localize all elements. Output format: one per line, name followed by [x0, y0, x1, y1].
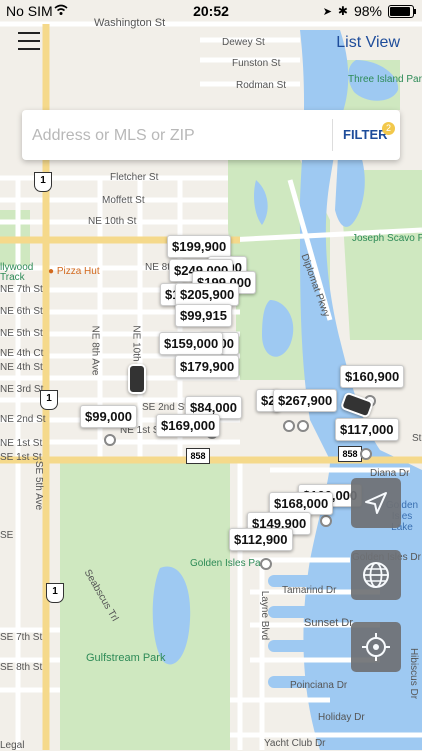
- street-label: NE 3rd St: [0, 384, 44, 395]
- listing-price-marker[interactable]: $117,000: [335, 418, 399, 441]
- search-input[interactable]: [30, 122, 324, 150]
- list-view-button[interactable]: List View: [336, 34, 400, 52]
- street-label: NE 4th Ct: [0, 348, 44, 359]
- location-arrow-icon: ➤: [322, 5, 332, 18]
- street-label: Rodman St: [236, 80, 287, 91]
- search-bar: FILTER 2: [22, 110, 400, 160]
- street-label: Holiday Dr: [318, 712, 365, 723]
- street-label: SE 7th St: [0, 632, 43, 643]
- listing-price-marker[interactable]: $205,900: [175, 283, 240, 306]
- street-label: NE 2nd St: [0, 414, 46, 425]
- listing-price-marker[interactable]: $112,900: [229, 528, 293, 551]
- street-label: Yacht Club Dr: [264, 738, 326, 749]
- us1-shield-icon: 1: [46, 583, 64, 603]
- search-divider: [332, 119, 333, 151]
- listing-price-marker[interactable]: $179,900: [175, 355, 240, 378]
- pizza-icon: ●: [48, 266, 57, 277]
- globe-icon: [363, 562, 389, 588]
- street-label: NE 8th Ave: [89, 325, 101, 376]
- street-label: St: [412, 433, 422, 444]
- listing-price-marker[interactable]: $160,900: [340, 365, 405, 388]
- listing-pin[interactable]: [297, 420, 309, 432]
- street-label: Poinciana Dr: [290, 680, 348, 691]
- poi-label: ● Pizza Hut: [48, 266, 100, 277]
- map-type-button[interactable]: [351, 550, 401, 600]
- car-icon: [128, 364, 146, 394]
- battery-percent: 98%: [353, 3, 382, 19]
- street-label: SE 8th St: [0, 662, 43, 673]
- street-label: Washington St: [94, 17, 166, 29]
- us1-shield-icon: 1: [40, 390, 58, 410]
- listing-pin[interactable]: [320, 515, 332, 527]
- route858-shield-icon: 858: [338, 446, 362, 462]
- park-label: Joseph Scavo Park: [352, 233, 422, 244]
- street-label: NE 5th St: [0, 328, 43, 339]
- listing-pin[interactable]: [360, 448, 372, 460]
- navigation-arrow-icon: [365, 492, 387, 514]
- street-label: NE 7th St: [0, 284, 43, 295]
- street-label: Sunset Dr: [304, 617, 353, 629]
- street-label: NE 10th St: [88, 216, 137, 227]
- listing-price-marker[interactable]: $99,000: [80, 405, 137, 428]
- bluetooth-icon: ✱: [337, 4, 348, 18]
- my-location-button[interactable]: [351, 478, 401, 528]
- park-label: Gulfstream Park: [86, 652, 166, 664]
- street-label: Funston St: [232, 58, 281, 69]
- street-label: SE: [0, 530, 14, 541]
- listing-price-marker[interactable]: $169,000: [156, 414, 221, 437]
- listing-price-marker[interactable]: $199,900: [167, 235, 232, 258]
- filter-count-badge: 2: [382, 122, 395, 135]
- map-legal-link[interactable]: Legal: [0, 740, 24, 751]
- menu-button[interactable]: [18, 32, 40, 50]
- place-label: Track: [0, 272, 25, 283]
- hamburger-icon: [18, 32, 40, 34]
- listing-price-marker[interactable]: $159,000: [159, 332, 224, 355]
- recenter-button[interactable]: [351, 622, 401, 672]
- street-label: NE 1st St: [0, 438, 43, 449]
- park-label: Three Island Park: [348, 74, 422, 85]
- us1-shield-icon: 1: [34, 172, 52, 192]
- park-label: Golden Isles Park: [190, 558, 269, 569]
- filter-button[interactable]: FILTER: [343, 127, 388, 142]
- listing-pin[interactable]: [283, 420, 295, 432]
- listing-price-marker[interactable]: $267,900: [273, 389, 338, 412]
- street-label: NE 6th St: [0, 306, 43, 317]
- street-label: Dewey St: [222, 37, 265, 48]
- listing-price-marker[interactable]: $99,915: [175, 304, 232, 327]
- crosshair-icon: [362, 633, 390, 661]
- street-label: SE 2nd St: [142, 402, 188, 413]
- street-label: Tamarind Dr: [282, 585, 337, 596]
- street-label: Hibiscus Dr: [408, 647, 420, 700]
- street-label: SE 5th Ave: [33, 460, 45, 511]
- street-label: Layne Blvd: [259, 590, 271, 641]
- street-label: NE 10th: [130, 325, 142, 362]
- listing-pin[interactable]: [104, 434, 116, 446]
- street-label: SE 1st St: [0, 452, 42, 463]
- street-label: NE 4th St: [0, 362, 43, 373]
- battery-icon: [388, 4, 416, 18]
- street-label: Moffett St: [102, 195, 145, 206]
- status-bar: No SIM 20:52 ➤ ✱ 98%: [0, 0, 422, 22]
- listing-pin[interactable]: [260, 558, 272, 570]
- route858-shield-icon: 858: [186, 448, 210, 464]
- street-label: Fletcher St: [110, 172, 159, 183]
